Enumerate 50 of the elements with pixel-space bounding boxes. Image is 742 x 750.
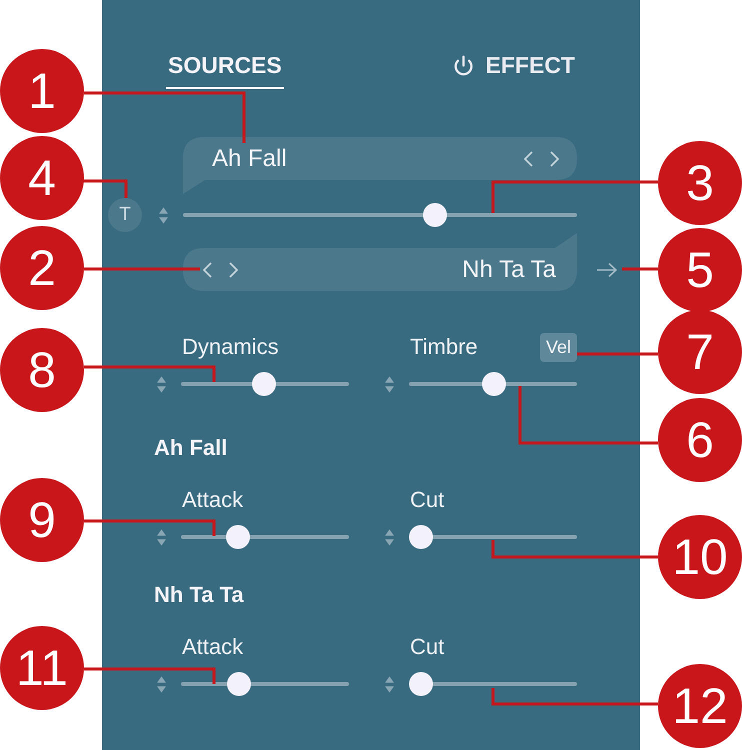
slider-track[interactable] xyxy=(181,525,349,549)
leader-line xyxy=(83,180,128,198)
slider-track[interactable] xyxy=(181,372,349,396)
section-heading: Ah Fall xyxy=(154,436,228,460)
chevron-left-icon[interactable] xyxy=(524,150,533,166)
leader-line xyxy=(622,268,658,270)
tab[interactable]: EFFECT xyxy=(450,52,577,89)
slider-thumb[interactable] xyxy=(252,372,276,396)
slider-thumb[interactable] xyxy=(482,372,506,396)
slider-track[interactable] xyxy=(409,525,577,549)
callout-marker: 11 xyxy=(0,626,84,710)
power-icon xyxy=(452,54,474,76)
callout-marker: 3 xyxy=(658,141,742,225)
slider-thumb[interactable] xyxy=(409,525,433,549)
callout-marker: 10 xyxy=(658,515,742,599)
callout-marker: 2 xyxy=(0,226,84,310)
source-name: Ah Fall xyxy=(212,144,287,172)
slider-thumb[interactable] xyxy=(227,672,252,696)
control-label: Cut xyxy=(410,635,444,659)
tab[interactable]: SOURCES xyxy=(166,52,284,89)
arrow-right-icon[interactable] xyxy=(597,262,617,276)
slider-thumb[interactable] xyxy=(409,672,433,696)
callout-marker: 5 xyxy=(658,228,742,312)
callout-marker: 6 xyxy=(658,398,742,482)
control-label: Dynamics xyxy=(182,335,279,359)
control-label: Cut xyxy=(410,488,444,512)
slider-thumb[interactable] xyxy=(226,525,250,549)
slider-track[interactable] xyxy=(183,203,577,227)
vel-toggle[interactable]: Vel xyxy=(540,332,577,362)
callout-marker: 4 xyxy=(0,136,84,220)
slider-track[interactable] xyxy=(409,372,577,396)
slider-track[interactable] xyxy=(181,672,349,696)
section-heading: Nh Ta Ta xyxy=(154,583,244,607)
callout-marker: 1 xyxy=(0,49,84,133)
chevron-left-icon[interactable] xyxy=(203,262,212,278)
source-name: Nh Ta Ta xyxy=(462,256,556,284)
callout-marker: 9 xyxy=(0,478,84,562)
control-label: Timbre xyxy=(410,335,478,359)
t-toggle-button[interactable]: T xyxy=(108,198,142,232)
callout-marker: 7 xyxy=(658,310,742,394)
callout-marker: 12 xyxy=(658,664,742,748)
control-label: Attack xyxy=(182,635,244,659)
chevron-right-icon[interactable] xyxy=(550,150,559,166)
control-label: Attack xyxy=(182,488,244,512)
source-selector[interactable]: Ah Fall xyxy=(183,137,577,194)
callout-marker: 8 xyxy=(0,328,84,412)
slider-track[interactable] xyxy=(409,672,577,696)
source-selector[interactable]: Nh Ta Ta xyxy=(183,233,577,291)
slider-thumb[interactable] xyxy=(423,203,448,227)
chevron-right-icon[interactable] xyxy=(229,262,238,278)
